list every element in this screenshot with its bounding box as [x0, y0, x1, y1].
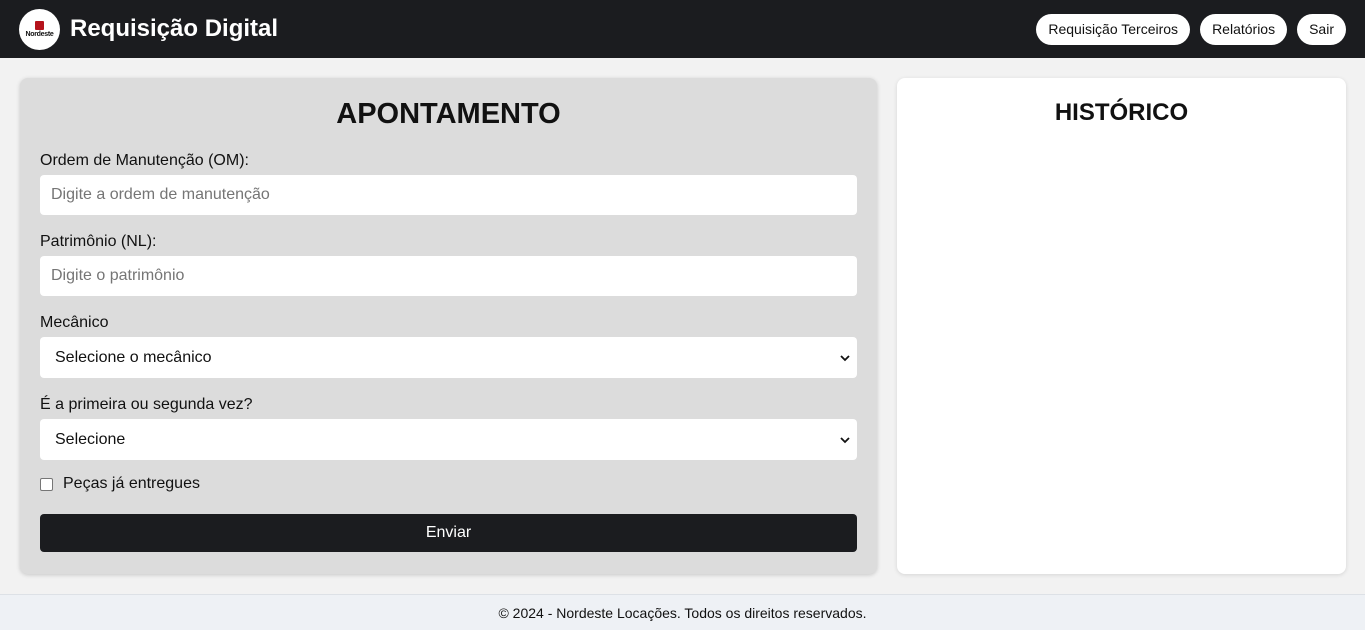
chevron-down-icon	[840, 354, 850, 361]
mecanico-select[interactable]: Selecione o mecânico	[40, 337, 857, 378]
vez-label: É a primeira ou segunda vez?	[40, 396, 253, 413]
patrimonio-label: Patrimônio (NL):	[40, 233, 157, 250]
logo-text: Nordeste	[25, 30, 54, 38]
company-logo[interactable]: Nordeste	[19, 8, 60, 50]
history-title: HISTÓRICO	[1054, 99, 1189, 126]
logo-mark-icon	[35, 20, 44, 30]
app-title: Requisição Digital	[70, 15, 279, 42]
page-footer: © 2024 - Nordeste Locações. Todos os dir…	[0, 594, 1365, 630]
apontamento-form-panel: APONTAMENTO Ordem de Manutenção (OM): Pa…	[20, 78, 877, 574]
footer-text: © 2024 - Nordeste Locações. Todos os dir…	[498, 604, 867, 621]
patrimonio-input[interactable]	[40, 256, 857, 296]
nav-relatorios-button[interactable]: Relatórios	[1200, 13, 1288, 45]
vez-select[interactable]: Selecione	[40, 419, 857, 460]
mecanico-select-value: Selecione o mecânico	[55, 348, 212, 366]
form-title: APONTAMENTO	[336, 98, 561, 130]
historico-panel: HISTÓRICO	[897, 78, 1346, 574]
om-label: Ordem de Manutenção (OM):	[40, 152, 249, 169]
logout-button[interactable]: Sair	[1297, 13, 1346, 45]
pecas-checkbox-row: Peças já entregues	[40, 474, 857, 494]
nav-menu: Requisição Terceiros Relatórios Sair	[1036, 13, 1346, 45]
nav-requisicao-terceiros-button[interactable]: Requisição Terceiros	[1036, 13, 1191, 45]
pecas-checkbox[interactable]	[40, 477, 53, 491]
top-navbar: Nordeste Requisição Digital Requisição T…	[0, 0, 1365, 58]
om-input[interactable]	[40, 175, 857, 215]
mecanico-label: Mecânico	[40, 314, 109, 331]
pecas-checkbox-label: Peças já entregues	[63, 475, 200, 492]
submit-button[interactable]: Enviar	[40, 514, 857, 552]
vez-select-value: Selecione	[55, 430, 126, 448]
chevron-down-icon	[840, 436, 850, 443]
